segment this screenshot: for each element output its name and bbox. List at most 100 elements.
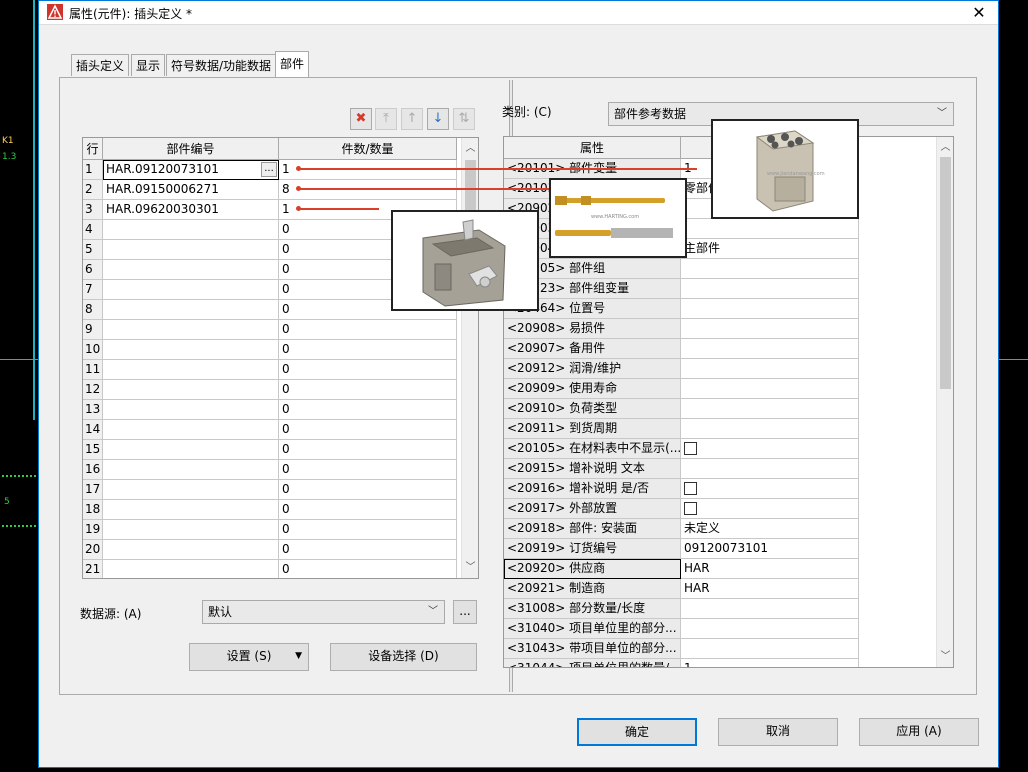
- property-row[interactable]: <20123> 部件组变量: [504, 279, 953, 299]
- property-value[interactable]: [681, 599, 859, 619]
- part-number-cell[interactable]: [103, 240, 279, 260]
- property-value[interactable]: [681, 639, 859, 659]
- move-up-icon[interactable]: ↑: [401, 108, 423, 130]
- property-row[interactable]: <20916> 增补说明 是/否: [504, 479, 953, 499]
- part-number-cell[interactable]: [103, 260, 279, 280]
- table-row[interactable]: 90: [83, 320, 478, 340]
- col-header-quantity[interactable]: 件数/数量: [279, 138, 457, 160]
- part-number-cell[interactable]: [103, 500, 279, 520]
- part-number-cell[interactable]: [103, 420, 279, 440]
- move-down-icon[interactable]: ↓: [427, 108, 449, 130]
- property-row[interactable]: <31043> 带项目单位的部分...: [504, 639, 953, 659]
- checkbox[interactable]: [684, 482, 697, 495]
- scroll-down-icon[interactable]: ﹀: [937, 648, 953, 665]
- checkbox[interactable]: [684, 502, 697, 515]
- parts-grid-scrollbar[interactable]: ︿ ﹀: [461, 138, 478, 578]
- property-grid-scrollbar[interactable]: ︿ ﹀: [936, 137, 953, 667]
- table-row[interactable]: 10 0: [83, 340, 478, 360]
- table-row[interactable]: 16 0: [83, 460, 478, 480]
- part-number-cell[interactable]: [103, 520, 279, 540]
- property-value[interactable]: [681, 619, 859, 639]
- tab-plug-definition[interactable]: 插头定义: [71, 54, 130, 76]
- scroll-thumb[interactable]: [940, 157, 951, 389]
- table-row[interactable]: 21 0: [83, 560, 478, 578]
- part-number-cell[interactable]: [103, 380, 279, 400]
- property-row[interactable]: <20920> 供应商 HAR: [504, 559, 953, 579]
- property-row[interactable]: <20918> 部件: 安装面 未定义: [504, 519, 953, 539]
- property-value[interactable]: [681, 259, 859, 279]
- cancel-button[interactable]: 取消: [718, 718, 838, 746]
- quantity-cell[interactable]: 0: [279, 400, 457, 420]
- table-row[interactable]: 1 HAR.09120073101 1...: [83, 160, 478, 180]
- part-number-cell[interactable]: HAR.09150006271: [103, 180, 279, 200]
- tab-symbol-data[interactable]: 符号数据/功能数据: [166, 54, 277, 76]
- ok-button[interactable]: 确定: [577, 718, 697, 746]
- tab-display[interactable]: 显示: [131, 54, 166, 76]
- sort-icon[interactable]: ⇅: [453, 108, 475, 130]
- table-row[interactable]: 17 0: [83, 480, 478, 500]
- property-value[interactable]: [681, 439, 859, 459]
- table-row[interactable]: 2 HAR.09150006271 8: [83, 180, 478, 200]
- part-number-cell[interactable]: [103, 220, 279, 240]
- property-row[interactable]: <20911> 到货周期: [504, 419, 953, 439]
- part-number-cell[interactable]: HAR.09120073101: [103, 160, 279, 180]
- property-value[interactable]: 未定义: [681, 519, 859, 539]
- part-number-cell[interactable]: [103, 340, 279, 360]
- property-row[interactable]: <31040> 项目单位里的部分...: [504, 619, 953, 639]
- quantity-cell[interactable]: 0: [279, 480, 457, 500]
- property-value[interactable]: 09120073101: [681, 539, 859, 559]
- property-value[interactable]: [681, 299, 859, 319]
- property-value[interactable]: [681, 319, 859, 339]
- table-row[interactable]: 14 0: [83, 420, 478, 440]
- property-value[interactable]: [681, 419, 859, 439]
- settings-button[interactable]: 设置 (S) ▼: [189, 643, 309, 671]
- tab-parts[interactable]: 部件: [275, 51, 310, 77]
- part-number-cell[interactable]: [103, 460, 279, 480]
- table-row[interactable]: 12 0: [83, 380, 478, 400]
- delete-icon[interactable]: ✖: [350, 108, 372, 130]
- device-select-button[interactable]: 设备选择 (D): [330, 643, 477, 671]
- property-row[interactable]: <20105> 部件组: [504, 259, 953, 279]
- property-row[interactable]: <20105> 在材料表中不显示(...: [504, 439, 953, 459]
- table-row[interactable]: 19 0: [83, 520, 478, 540]
- table-row[interactable]: 15 0: [83, 440, 478, 460]
- property-row[interactable]: <20912> 润滑/维护: [504, 359, 953, 379]
- property-value[interactable]: [681, 399, 859, 419]
- scroll-down-icon[interactable]: ﹀: [462, 559, 478, 576]
- table-row[interactable]: 13 0: [83, 400, 478, 420]
- apply-button[interactable]: 应用 (A): [859, 718, 979, 746]
- datasource-more-button[interactable]: ...: [453, 600, 477, 624]
- quantity-cell[interactable]: 8: [279, 180, 457, 200]
- part-number-cell[interactable]: [103, 320, 279, 340]
- property-value[interactable]: 主部件: [681, 239, 859, 259]
- property-value[interactable]: [681, 279, 859, 299]
- part-number-cell[interactable]: [103, 280, 279, 300]
- property-row[interactable]: <20908> 易损件: [504, 319, 953, 339]
- quantity-cell[interactable]: 0: [279, 360, 457, 380]
- quantity-cell[interactable]: 0: [279, 520, 457, 540]
- quantity-cell[interactable]: 0: [279, 560, 457, 578]
- property-value[interactable]: HAR: [681, 559, 859, 579]
- property-value[interactable]: 1: [681, 659, 859, 667]
- property-row[interactable]: <31008> 部分数量/长度: [504, 599, 953, 619]
- quantity-cell[interactable]: 0: [279, 440, 457, 460]
- property-row[interactable]: <20907> 备用件: [504, 339, 953, 359]
- property-value[interactable]: [681, 499, 859, 519]
- property-value[interactable]: [681, 359, 859, 379]
- col-header-part-number[interactable]: 部件编号: [103, 138, 279, 160]
- property-row[interactable]: <31044> 项目单位里的数量/... 1: [504, 659, 953, 667]
- quantity-cell[interactable]: 0: [279, 500, 457, 520]
- property-value[interactable]: HAR: [681, 579, 859, 599]
- quantity-cell[interactable]: 0: [279, 320, 457, 340]
- part-number-cell[interactable]: [103, 360, 279, 380]
- table-row[interactable]: 20 0: [83, 540, 478, 560]
- property-row[interactable]: <20464> 位置号: [504, 299, 953, 319]
- part-number-cell[interactable]: HAR.09620030301: [103, 200, 279, 220]
- property-row[interactable]: <20919> 订货编号 09120073101: [504, 539, 953, 559]
- property-value[interactable]: [681, 339, 859, 359]
- property-row[interactable]: <20921> 制造商 HAR: [504, 579, 953, 599]
- part-number-cell[interactable]: [103, 540, 279, 560]
- browse-ellipsis-button[interactable]: ...: [261, 162, 277, 177]
- table-row[interactable]: 18 0: [83, 500, 478, 520]
- property-value[interactable]: [681, 479, 859, 499]
